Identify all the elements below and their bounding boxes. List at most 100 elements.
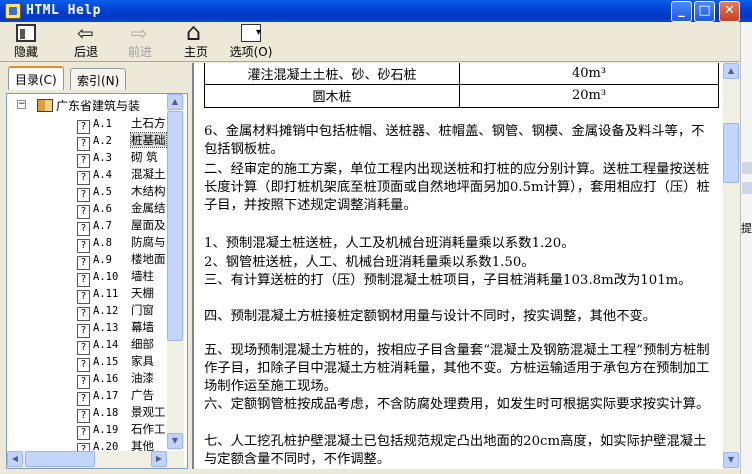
paragraph: 三、有计算送桩的打（压）预制混凝土桩项目，子目桩消耗量103.8m改为101m。 xyxy=(204,273,692,288)
options-icon xyxy=(241,24,261,42)
close-button[interactable]: ✕ xyxy=(719,1,740,22)
tree-item[interactable]: ? A.14 细部 xyxy=(77,336,166,355)
tree-item[interactable]: ? A.8 防腐与 xyxy=(77,234,166,253)
table-row: 圆木桩 20m³ xyxy=(204,83,719,108)
maximize-button[interactable]: □ xyxy=(694,1,715,22)
tree-item[interactable]: ? A.2 桩基础 xyxy=(77,132,167,151)
paragraph: 四、预制混凝土方桩接桩定额钢材用量与设计不同时，按实调整，其他不变。 xyxy=(204,309,657,324)
tree-item[interactable]: ? A.3 砌 筑 xyxy=(77,149,166,168)
tree-item-code: A.12 xyxy=(93,305,119,317)
open-book-icon xyxy=(37,99,53,112)
scroll-left-arrow-icon[interactable]: ◀ xyxy=(7,451,23,467)
tree-item-code: A.15 xyxy=(93,356,119,368)
paragraph: 七、人工挖孔桩护壁混凝土已包括规范规定凸出地面的20cm高度，如实际护壁混凝土与… xyxy=(204,434,707,467)
tree-item-label: 天棚 xyxy=(131,286,154,300)
navigation-pane: 目录(C) 索引(N) − 广东省建筑与装 ? A.1 土石方? A.2 桩基础? A.3… xyxy=(0,63,192,474)
tree-item-code: A.13 xyxy=(93,322,119,334)
tree-item[interactable]: ? A.4 混凝土 xyxy=(77,166,166,185)
background-window-text: 提 xyxy=(741,222,752,235)
tree-item-label: 桩基础 xyxy=(130,132,167,148)
back-arrow-icon xyxy=(76,21,96,45)
back-label: 后退 xyxy=(73,45,98,59)
tree-item[interactable]: ? A.16 油漆 xyxy=(77,370,166,389)
tree-item[interactable]: ? A.19 石作工 xyxy=(77,421,166,440)
tree-item-label: 幕墙 xyxy=(131,320,154,334)
tree-item-code: A.8 xyxy=(93,237,112,249)
pile-table: 灌注混凝土土桩、砂、砂石桩 40m³ 圆木桩 20m³ xyxy=(204,63,719,108)
forward-button[interactable]: 前进 xyxy=(120,21,160,60)
tree-item-code: A.19 xyxy=(93,424,119,436)
paragraph: 6、金属材料摊销中包括桩帽、送桩器、桩帽盖、钢管、钢模、金属设备及料斗等，不包括… xyxy=(204,124,705,157)
tree-item[interactable]: ? A.10 墙柱 xyxy=(77,268,166,287)
scroll-up-arrow-icon[interactable]: ▲ xyxy=(723,63,739,79)
scroll-right-arrow-icon[interactable]: ▶ xyxy=(151,451,167,467)
tree-hscroll-thumb[interactable] xyxy=(25,451,95,467)
paragraph: 2、钢管桩送桩，人工、机械台班消耗量乘以系数1.50。 xyxy=(204,255,535,270)
tab-index[interactable]: 索引(N) xyxy=(70,68,127,90)
options-button[interactable]: 选项(O) xyxy=(226,24,276,60)
collapse-icon[interactable]: − xyxy=(17,100,26,109)
hide-label: 隐藏 xyxy=(13,45,38,59)
forward-label: 前进 xyxy=(127,45,152,59)
tree-item-label: 石作工 xyxy=(131,422,166,436)
tree-item-code: A.7 xyxy=(93,220,112,232)
back-button[interactable]: 后退 xyxy=(66,21,106,60)
tree-horizontal-scrollbar[interactable]: ◀ ▶ xyxy=(7,451,184,468)
title-bar: HTML Help _ □ ✕ xyxy=(0,0,752,22)
tree-item[interactable]: ? A.9 楼地面 xyxy=(77,251,166,270)
tree-item-code: A.17 xyxy=(93,390,119,402)
tree-item-label: 景观工 xyxy=(131,405,166,419)
tree-item[interactable]: ? A.13 幕墙 xyxy=(77,319,166,338)
tab-contents[interactable]: 目录(C) xyxy=(8,66,64,90)
tree-item-code: A.6 xyxy=(93,203,112,215)
tree-scroll-thumb[interactable] xyxy=(167,111,183,341)
tree-item-label: 油漆 xyxy=(131,371,154,385)
tree-item-label: 土石方 xyxy=(131,116,166,130)
tree-item[interactable]: ? A.12 门窗 xyxy=(77,302,166,321)
tree-item-code: A.5 xyxy=(93,186,112,198)
paragraph: 1、预制混凝土桩送桩，人工及机械台班消耗量乘以系数1.20。 xyxy=(204,236,575,251)
tree-item-label: 木结构 xyxy=(131,184,166,198)
tree-item[interactable]: ? A.1 土石方 xyxy=(77,115,166,134)
tree-item-label: 混凝土 xyxy=(131,167,166,181)
table-cell: 20m³ xyxy=(459,83,719,108)
tree-item[interactable]: ? A.18 景观工 xyxy=(77,404,166,423)
tree-item[interactable]: ? A.6 金属结 xyxy=(77,200,166,219)
hide-button[interactable]: 隐藏 xyxy=(6,24,46,60)
options-label: 选项(O) xyxy=(229,45,273,59)
forward-arrow-icon xyxy=(130,21,150,45)
tree-item-label: 砌 筑 xyxy=(131,150,158,164)
tree-items: ? A.1 土石方? A.2 桩基础? A.3 砌 筑? A.4 混凝土? A.5 木结构? A.6 金… xyxy=(77,115,167,457)
tree-item-label: 金属结 xyxy=(131,201,166,215)
content-vertical-scrollbar[interactable]: ▲ ▼ xyxy=(723,63,740,469)
tree-item-code: A.1 xyxy=(93,118,112,130)
scroll-down-arrow-icon[interactable]: ▼ xyxy=(167,433,183,449)
tree-item[interactable]: ? A.11 天棚 xyxy=(77,285,166,304)
tree-item-label: 防腐与 xyxy=(131,235,166,249)
scroll-down-arrow-icon[interactable]: ▼ xyxy=(723,452,739,468)
tree-item-label: 墙柱 xyxy=(131,269,154,283)
tree-item-label: 楼地面 xyxy=(131,252,166,266)
scroll-up-arrow-icon[interactable]: ▲ xyxy=(167,94,183,110)
home-button[interactable]: 主页 xyxy=(176,18,216,60)
help-app-icon xyxy=(5,3,21,19)
tree-item-label: 屋面及 xyxy=(131,218,166,232)
tree-item[interactable]: ? A.5 木结构 xyxy=(77,183,166,202)
contents-tree: − 广东省建筑与装 ? A.1 土石方? A.2 桩基础? A.3 砌 筑? A.4 混凝土? A… xyxy=(6,93,188,469)
tree-vertical-scrollbar[interactable]: ▲ ▼ xyxy=(167,94,184,450)
tree-item-code: A.14 xyxy=(93,339,119,351)
tree-root-node[interactable]: − 广东省建筑与装 xyxy=(17,97,140,113)
background-marker xyxy=(742,162,752,174)
tree-item-label: 家具 xyxy=(131,354,154,368)
tree-item[interactable]: ? A.17 广告 xyxy=(77,387,166,406)
tree-item-code: A.3 xyxy=(93,152,112,164)
content-scroll-thumb[interactable] xyxy=(723,123,739,183)
tree-item[interactable]: ? A.15 家具 xyxy=(77,353,166,372)
tree-item-label: 广告 xyxy=(131,388,154,402)
paragraph: 六、定额钢管桩按成品考虑，不含防腐处理费用，如发生时可根据实际要求按实计算。 xyxy=(204,397,710,412)
background-window-edge xyxy=(740,22,752,474)
table-cell: 40m³ xyxy=(459,63,719,85)
tree-item[interactable]: ? A.7 屋面及 xyxy=(77,217,166,236)
minimize-button[interactable]: _ xyxy=(671,1,692,22)
table-cell: 灌注混凝土土桩、砂、砂石桩 xyxy=(204,63,460,85)
